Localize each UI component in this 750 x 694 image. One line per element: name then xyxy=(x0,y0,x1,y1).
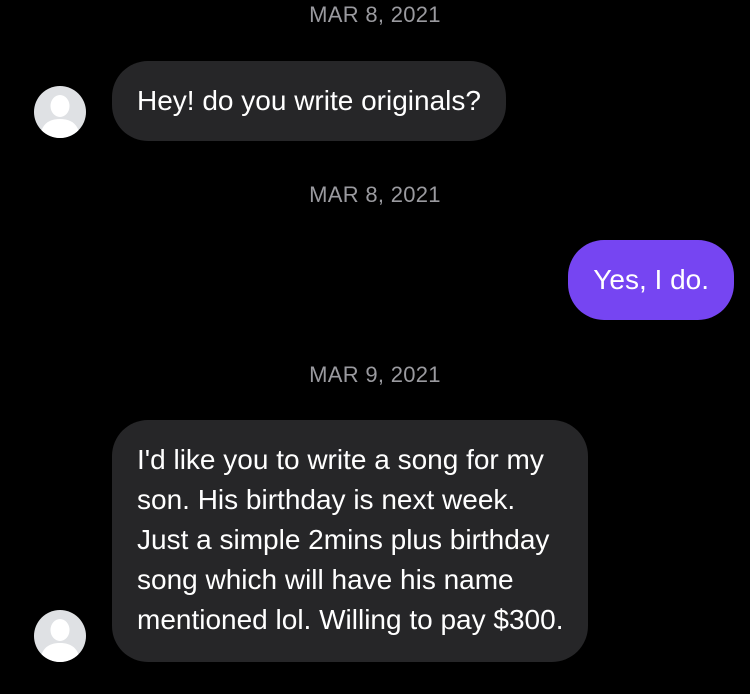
message-text: Hey! do you write originals? xyxy=(137,85,481,116)
message-bubble-outgoing[interactable]: Yes, I do. xyxy=(568,240,734,320)
person-silhouette-icon xyxy=(40,619,80,662)
message-text: Yes, I do. xyxy=(593,264,709,295)
message-bubble-incoming[interactable]: Hey! do you write originals? xyxy=(112,61,506,141)
message-text-line: son. His birthday is next week. xyxy=(137,484,516,515)
default-user-avatar-icon[interactable] xyxy=(34,86,86,138)
date-separator: MAR 8, 2021 xyxy=(309,182,441,207)
person-silhouette-icon xyxy=(40,95,80,138)
message-text-line: mentioned lol. Willing to pay $300. xyxy=(137,604,564,635)
date-separator: MAR 8, 2021 xyxy=(309,2,441,27)
default-user-avatar-icon[interactable] xyxy=(34,610,86,662)
message-text-line: song which will have his name xyxy=(137,564,514,595)
message-text-line: Just a simple 2mins plus birthday xyxy=(137,524,550,555)
message-thread: { "thread": { "dates": [ {"label": "MAR … xyxy=(0,0,750,694)
message-text-line: I'd like you to write a song for my xyxy=(137,444,544,475)
date-separator: MAR 9, 2021 xyxy=(309,362,441,387)
message-bubble-incoming[interactable]: I'd like you to write a song for my son.… xyxy=(112,420,589,662)
